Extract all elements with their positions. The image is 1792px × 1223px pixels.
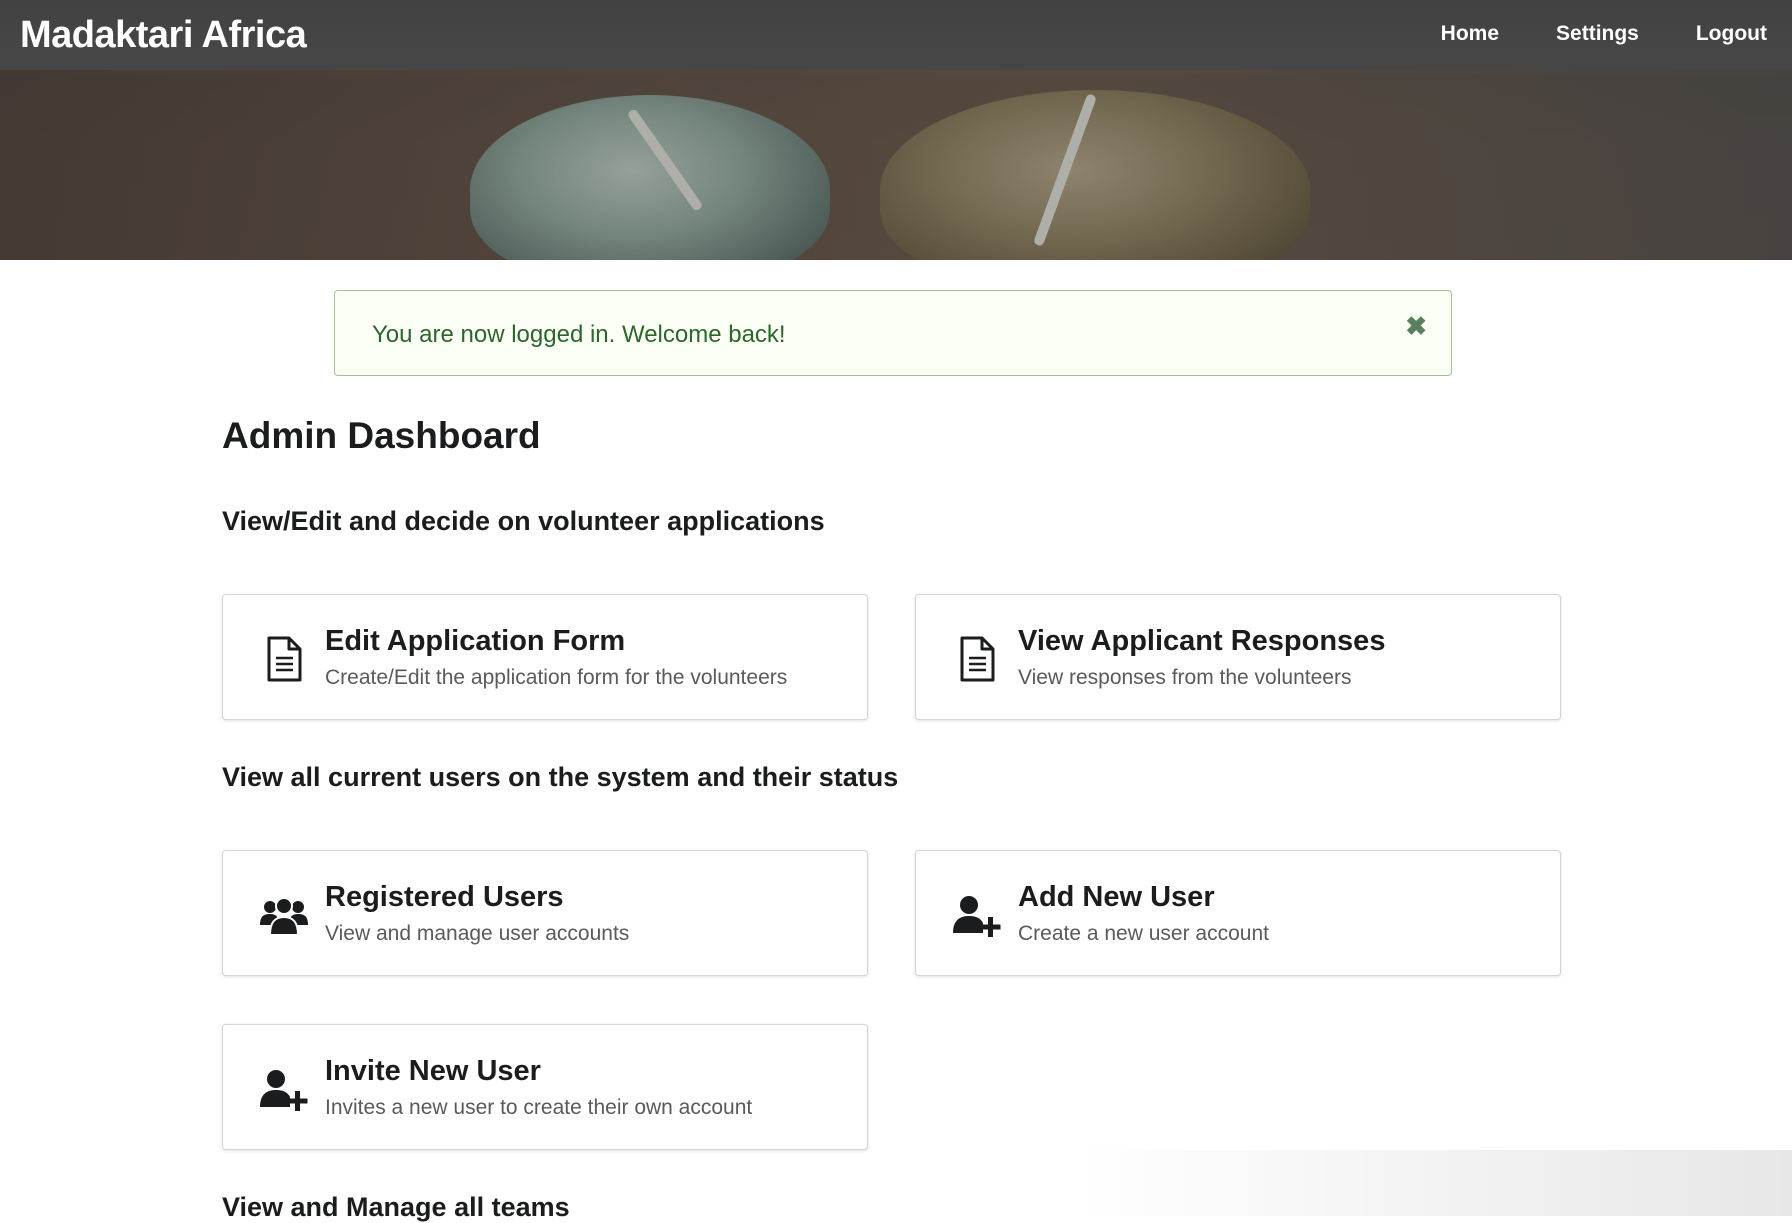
success-alert: You are now logged in. Welcome back! ✖ <box>334 290 1452 376</box>
card-description: View responses from the volunteers <box>1018 666 1352 689</box>
nav-logout-link[interactable]: Logout <box>1696 22 1767 46</box>
file-text-icon <box>951 633 1003 685</box>
nav-settings-link[interactable]: Settings <box>1556 22 1639 46</box>
card-title: Registered Users <box>325 881 564 913</box>
nav-home-link[interactable]: Home <box>1441 22 1499 46</box>
edit-application-form-card[interactable]: Edit Application Form Create/Edit the ap… <box>222 594 868 720</box>
section-heading-users: View all current users on the system and… <box>222 762 899 792</box>
card-description: Invites a new user to create their own a… <box>325 1096 753 1119</box>
add-new-user-card[interactable]: Add New User Create a new user account <box>915 850 1561 976</box>
card-description: View and manage user accounts <box>325 922 630 945</box>
page-title: Admin Dashboard <box>222 415 541 456</box>
card-title: Edit Application Form <box>325 625 626 657</box>
add-user-icon <box>951 889 1003 941</box>
file-text-icon <box>258 633 310 685</box>
close-icon[interactable]: ✖ <box>1405 313 1427 339</box>
brand-logo[interactable]: Madaktari Africa <box>20 14 307 57</box>
hero-banner: Madaktari Africa Home Settings Logout <box>0 0 1792 260</box>
view-applicant-responses-card[interactable]: View Applicant Responses View responses … <box>915 594 1561 720</box>
section-heading-applications: View/Edit and decide on volunteer applic… <box>222 506 825 536</box>
card-description: Create/Edit the application form for the… <box>325 666 788 689</box>
section-heading-teams: View and Manage all teams <box>222 1192 570 1222</box>
users-icon <box>258 889 310 941</box>
card-title: View Applicant Responses <box>1018 625 1386 657</box>
top-nav: Home Settings Logout <box>1441 22 1767 46</box>
alert-message: You are now logged in. Welcome back! <box>372 321 786 348</box>
card-title: Invite New User <box>325 1055 541 1087</box>
add-user-icon <box>258 1063 310 1115</box>
card-description: Create a new user account <box>1018 922 1269 945</box>
card-title: Add New User <box>1018 881 1215 913</box>
invite-new-user-card[interactable]: Invite New User Invites a new user to cr… <box>222 1024 868 1150</box>
registered-users-card[interactable]: Registered Users View and manage user ac… <box>222 850 868 976</box>
